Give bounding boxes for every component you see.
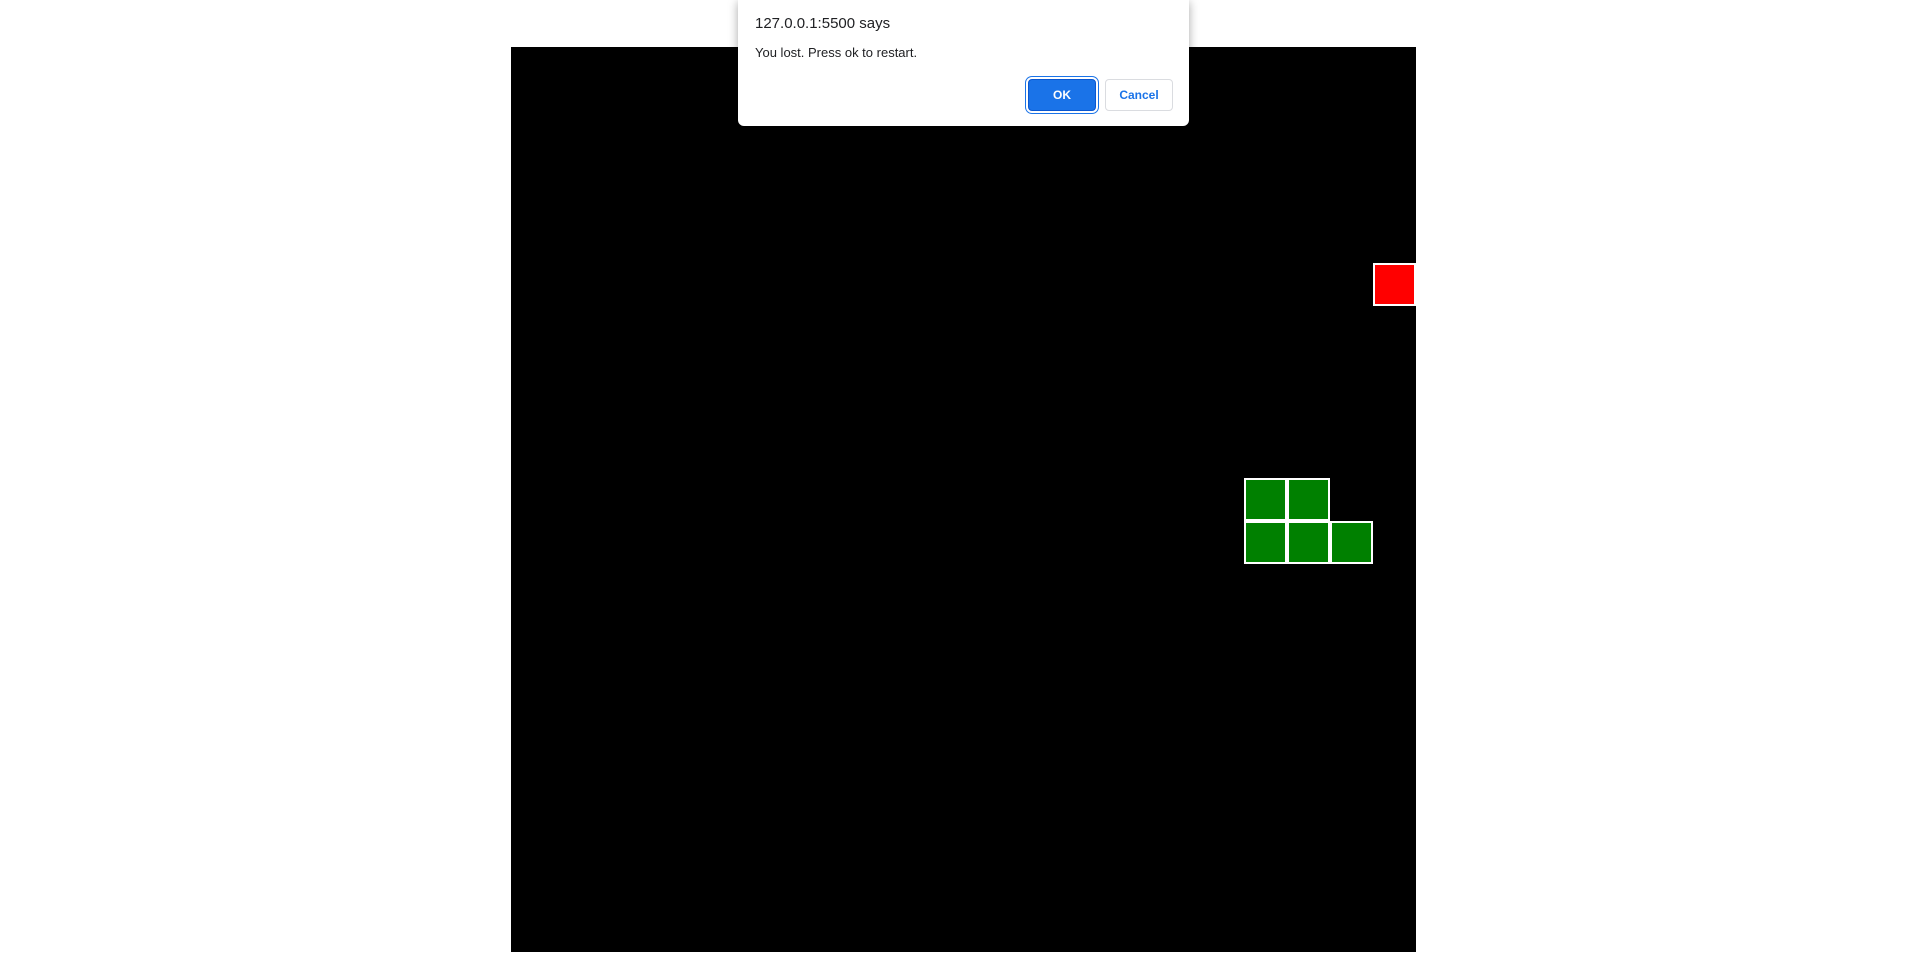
dialog-origin: 127.0.0.1:5500 says xyxy=(755,15,891,32)
game-board[interactable] xyxy=(511,47,1416,952)
alert-dialog: 127.0.0.1:5500 says You lost. Press ok t… xyxy=(738,0,1189,126)
snake-segment xyxy=(1287,478,1330,521)
ok-button[interactable]: OK xyxy=(1028,79,1096,111)
snake-segment xyxy=(1287,521,1330,564)
page: 127.0.0.1:5500 says You lost. Press ok t… xyxy=(0,0,1917,968)
snake-segment xyxy=(1244,521,1287,564)
food-cell xyxy=(1373,263,1416,306)
snake-segment xyxy=(1330,521,1373,564)
dialog-message: You lost. Press ok to restart. xyxy=(755,45,918,60)
snake-segment xyxy=(1244,478,1287,521)
cancel-button[interactable]: Cancel xyxy=(1105,79,1173,111)
